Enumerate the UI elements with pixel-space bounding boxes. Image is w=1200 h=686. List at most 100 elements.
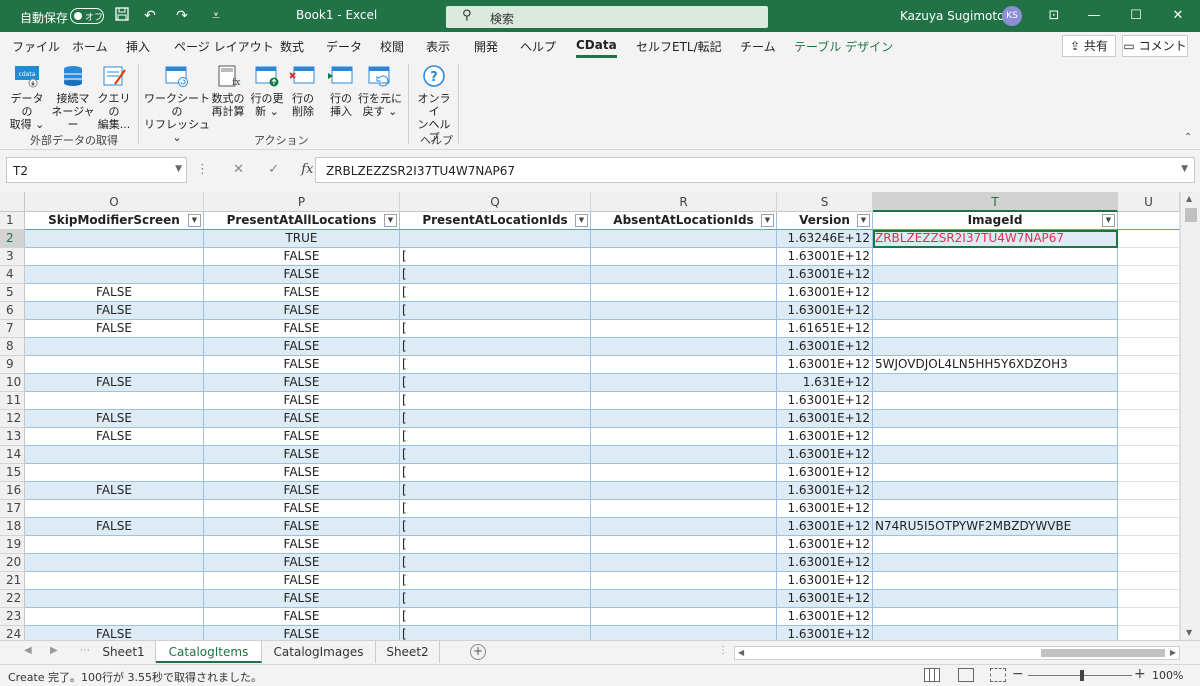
delete-row-button[interactable]: 行の 削除 xyxy=(288,64,318,118)
tab-help[interactable]: ヘルプ xyxy=(520,38,556,55)
table-header-cell[interactable]: PresentAtAllLocations ▼ xyxy=(204,212,400,230)
skip-modifier-cell[interactable] xyxy=(25,338,204,356)
row-header[interactable]: 15 xyxy=(0,464,25,482)
image-id-cell[interactable] xyxy=(873,590,1118,608)
present-ids-cell[interactable]: [ xyxy=(400,464,591,482)
insert-row-button[interactable]: 行の 挿入 xyxy=(326,64,356,118)
update-row-button[interactable]: 行の更新 ⌄ xyxy=(250,64,284,118)
version-cell[interactable]: 1.63001E+12 xyxy=(777,608,873,626)
skip-modifier-cell[interactable]: FALSE xyxy=(25,518,204,536)
search-box[interactable]: ⚲ 検索 xyxy=(446,6,768,28)
present-all-cell[interactable]: FALSE xyxy=(204,590,400,608)
table-header-cell[interactable]: AbsentAtLocationIds ▼ xyxy=(591,212,777,230)
present-all-cell[interactable]: FALSE xyxy=(204,428,400,446)
version-cell[interactable]: 1.63001E+12 xyxy=(777,266,873,284)
absent-ids-cell[interactable] xyxy=(591,248,777,266)
skip-modifier-cell[interactable]: FALSE xyxy=(25,374,204,392)
column-header-p[interactable]: P xyxy=(204,192,400,212)
image-id-cell[interactable] xyxy=(873,428,1118,446)
cell[interactable] xyxy=(1118,554,1180,572)
row-header[interactable]: 18 xyxy=(0,518,25,536)
row-header[interactable]: 3 xyxy=(0,248,25,266)
sheet-tab-sheet2[interactable]: Sheet2 xyxy=(376,641,440,663)
present-ids-cell[interactable]: [ xyxy=(400,590,591,608)
skip-modifier-cell[interactable]: FALSE xyxy=(25,320,204,338)
table-header-cell[interactable]: Version ▼ xyxy=(777,212,873,230)
cell[interactable] xyxy=(1118,590,1180,608)
image-id-cell[interactable] xyxy=(873,374,1118,392)
cell[interactable] xyxy=(1118,536,1180,554)
minimize-icon[interactable]: — xyxy=(1080,4,1108,28)
image-id-cell[interactable] xyxy=(873,410,1118,428)
absent-ids-cell[interactable] xyxy=(591,536,777,554)
cell[interactable] xyxy=(1118,356,1180,374)
filter-dropdown-icon[interactable]: ▼ xyxy=(575,214,588,227)
absent-ids-cell[interactable] xyxy=(591,392,777,410)
worksheet-grid[interactable]: O P Q R S T U 1 SkipModifierScreen ▼ Pres… xyxy=(0,192,1200,640)
skip-modifier-cell[interactable] xyxy=(25,536,204,554)
comment-button[interactable]: ▭ コメント xyxy=(1122,35,1188,57)
row-header[interactable]: 7 xyxy=(0,320,25,338)
skip-modifier-cell[interactable] xyxy=(25,356,204,374)
row-header[interactable]: 13 xyxy=(0,428,25,446)
skip-modifier-cell[interactable] xyxy=(25,500,204,518)
tab-insert[interactable]: 挿入 xyxy=(126,38,150,55)
present-all-cell[interactable]: FALSE xyxy=(204,356,400,374)
image-id-cell[interactable] xyxy=(873,572,1118,590)
absent-ids-cell[interactable] xyxy=(591,572,777,590)
present-all-cell[interactable]: FALSE xyxy=(204,608,400,626)
skip-modifier-cell[interactable]: FALSE xyxy=(25,302,204,320)
sheet-tab-catalogitems[interactable]: CatalogItems xyxy=(156,641,262,663)
present-all-cell[interactable]: FALSE xyxy=(204,572,400,590)
cell[interactable] xyxy=(1118,374,1180,392)
present-all-cell[interactable]: FALSE xyxy=(204,320,400,338)
tab-cdata[interactable]: CData xyxy=(576,38,617,58)
skip-modifier-cell[interactable] xyxy=(25,608,204,626)
version-cell[interactable]: 1.63001E+12 xyxy=(777,284,873,302)
skip-modifier-cell[interactable] xyxy=(25,554,204,572)
absent-ids-cell[interactable] xyxy=(591,500,777,518)
cell[interactable] xyxy=(1118,608,1180,626)
row-header[interactable]: 14 xyxy=(0,446,25,464)
present-all-cell[interactable]: FALSE xyxy=(204,518,400,536)
version-cell[interactable]: 1.63001E+12 xyxy=(777,500,873,518)
present-all-cell[interactable]: FALSE xyxy=(204,500,400,518)
absent-ids-cell[interactable] xyxy=(591,320,777,338)
share-button[interactable]: ⇪ 共有 xyxy=(1062,35,1116,57)
recalculate-formulas-button[interactable]: fx 数式の 再計算 xyxy=(208,64,248,118)
zoom-out-icon[interactable]: − xyxy=(1012,666,1024,682)
row-header[interactable]: 4 xyxy=(0,266,25,284)
image-id-cell[interactable] xyxy=(873,626,1118,640)
filter-dropdown-icon[interactable]: ▼ xyxy=(857,214,870,227)
present-ids-cell[interactable]: [ xyxy=(400,608,591,626)
skip-modifier-cell[interactable] xyxy=(25,230,204,248)
present-ids-cell[interactable]: [ xyxy=(400,248,591,266)
filter-dropdown-icon[interactable]: ▼ xyxy=(761,214,774,227)
skip-modifier-cell[interactable] xyxy=(25,464,204,482)
present-ids-cell[interactable]: [ xyxy=(400,284,591,302)
row-header[interactable]: 19 xyxy=(0,536,25,554)
present-all-cell[interactable]: FALSE xyxy=(204,554,400,572)
present-all-cell[interactable]: FALSE xyxy=(204,392,400,410)
next-sheet-icon[interactable]: ▶ xyxy=(50,645,58,656)
skip-modifier-cell[interactable]: FALSE xyxy=(25,410,204,428)
cell[interactable] xyxy=(1118,482,1180,500)
version-cell[interactable]: 1.63001E+12 xyxy=(777,536,873,554)
row-header[interactable]: 11 xyxy=(0,392,25,410)
row-header[interactable]: 6 xyxy=(0,302,25,320)
cell[interactable] xyxy=(1118,518,1180,536)
edit-query-button[interactable]: クエリの 編集... xyxy=(96,64,132,131)
tab-view[interactable]: 表示 xyxy=(426,38,450,55)
absent-ids-cell[interactable] xyxy=(591,230,777,248)
save-icon[interactable] xyxy=(112,6,132,26)
zoom-level[interactable]: 100% xyxy=(1152,669,1183,682)
get-data-button[interactable]: cdata データの 取得 ⌄ xyxy=(6,64,48,131)
skip-modifier-cell[interactable] xyxy=(25,572,204,590)
image-id-cell[interactable] xyxy=(873,320,1118,338)
absent-ids-cell[interactable] xyxy=(591,482,777,500)
row-header[interactable]: 8 xyxy=(0,338,25,356)
tab-review[interactable]: 校閲 xyxy=(380,38,404,55)
column-header-q[interactable]: Q xyxy=(400,192,591,212)
row-header[interactable]: 1 xyxy=(0,212,25,230)
version-cell[interactable]: 1.63001E+12 xyxy=(777,554,873,572)
